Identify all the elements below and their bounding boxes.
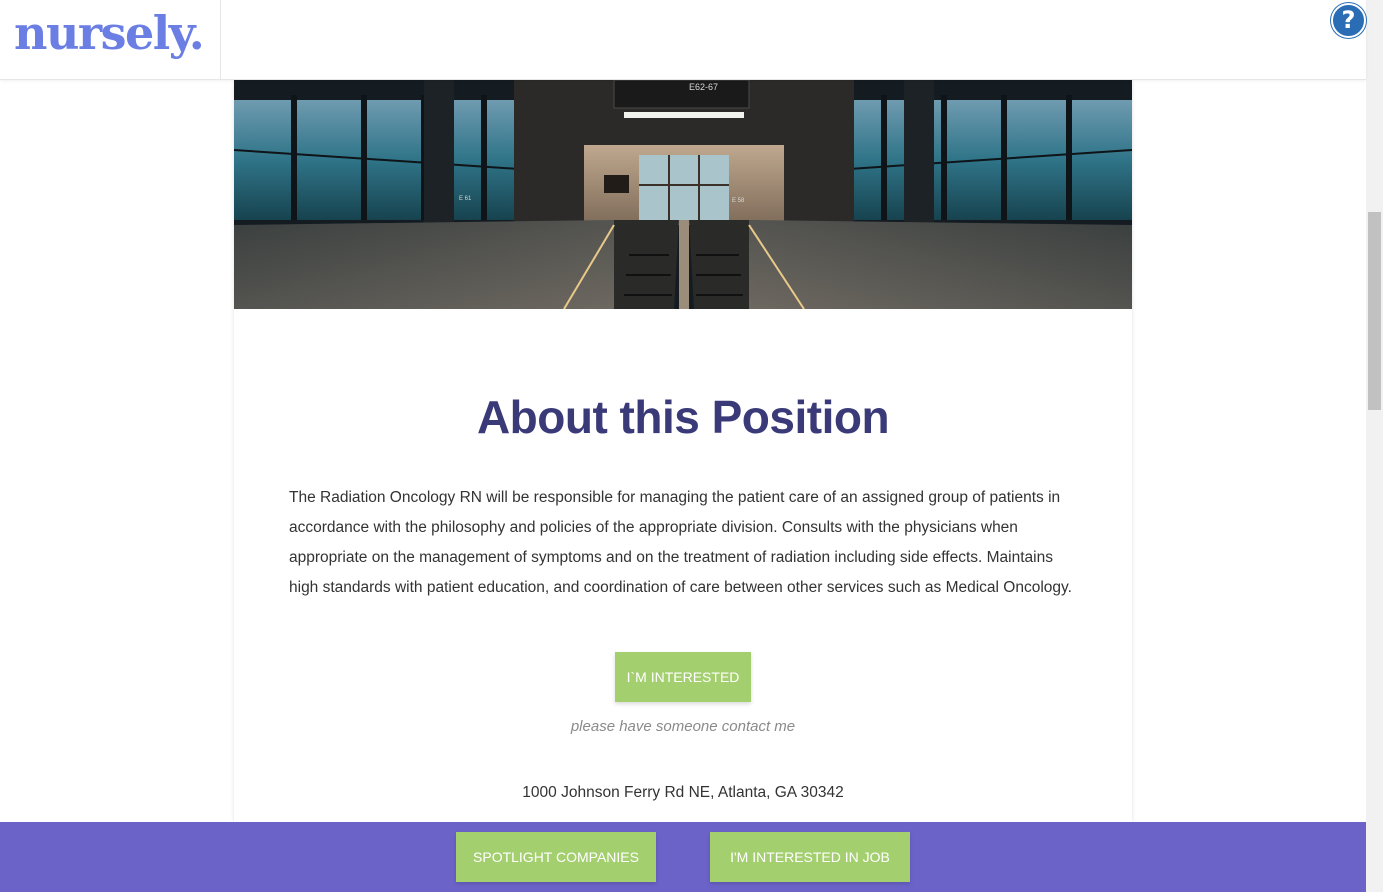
top-header: nursely. ?: [0, 0, 1366, 80]
job-card: E62-67 E 61 E 58 About this Position The…: [234, 80, 1132, 822]
hero-image: E62-67 E 61 E 58: [234, 80, 1132, 309]
contact-note: please have someone contact me: [570, 718, 796, 735]
bottom-action-bar: SPOTLIGHT COMPANIES I'M INTERESTED IN JO…: [0, 822, 1366, 892]
position-description: The Radiation Oncology RN will be respon…: [289, 489, 1072, 596]
gate-sign-right: E 58: [732, 198, 745, 204]
help-icon[interactable]: ?: [1331, 3, 1366, 38]
interested-button[interactable]: I`M INTERESTED: [615, 652, 751, 702]
airport-terminal-illustration: E62-67 E 61 E 58: [234, 80, 1132, 309]
gate-sign-left: E 61: [459, 196, 472, 202]
spotlight-companies-button[interactable]: SPOTLIGHT COMPANIES: [456, 832, 656, 882]
logo-container: nursely.: [0, 0, 221, 80]
nursely-logo[interactable]: nursely.: [14, 6, 205, 60]
scrollbar-track[interactable]: [1366, 0, 1383, 892]
scrollbar-thumb[interactable]: [1368, 212, 1381, 410]
page-title: About this Position: [476, 391, 890, 443]
job-address: 1000 Johnson Ferry Rd NE, Atlanta, GA 30…: [522, 784, 844, 801]
gate-sign: E62-67: [689, 82, 718, 92]
interested-in-job-button[interactable]: I'M INTERESTED IN JOB: [710, 832, 910, 882]
